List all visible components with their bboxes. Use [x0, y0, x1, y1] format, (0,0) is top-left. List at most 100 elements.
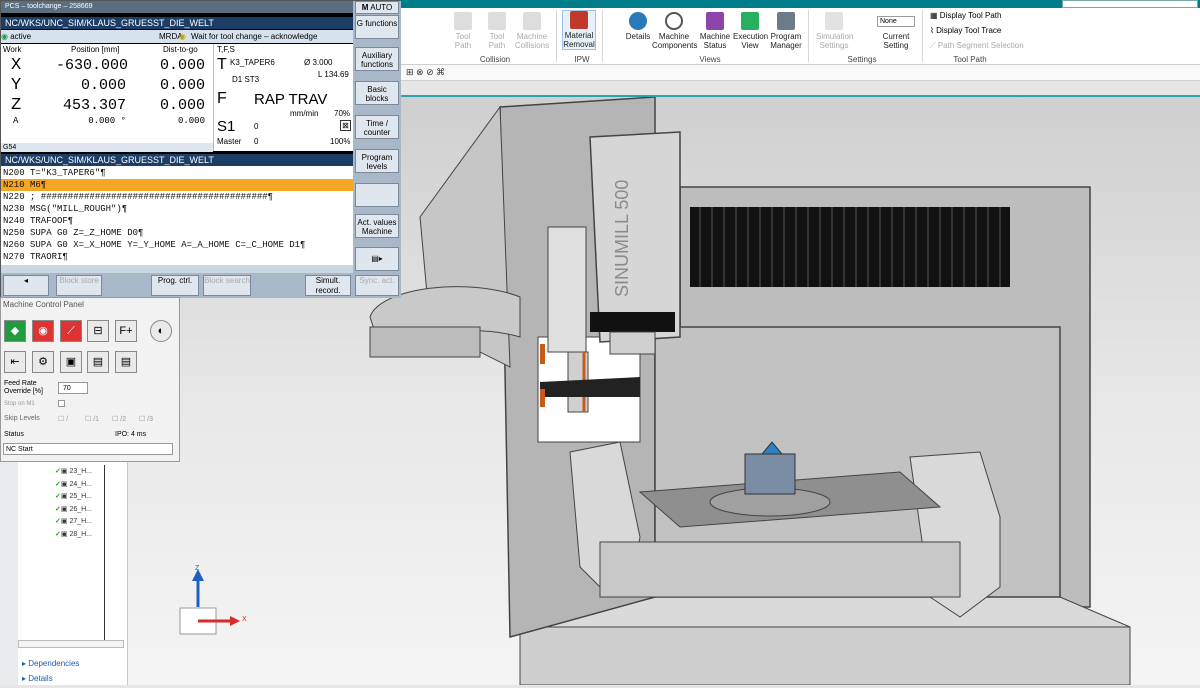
program-line[interactable]: N250 SUPA G0 Z=_Z_HOME D0¶: [1, 227, 353, 239]
tool-name: K3_TAPER6: [230, 58, 275, 67]
divider: [556, 10, 557, 62]
display-tool-trace-button[interactable]: ⌇ Display Tool Trace: [930, 26, 1001, 35]
stop-m1-checkbox[interactable]: [58, 400, 65, 407]
block-store-key[interactable]: Block store: [56, 275, 102, 296]
feed-value: RAP TRAV: [254, 91, 328, 108]
program-line[interactable]: N270 TRAORI¶: [1, 251, 353, 263]
machine-status-button[interactable]: Machine Status: [698, 12, 732, 50]
toolbar-icons[interactable]: ⊞ ⊗ ⊘ ⌘: [406, 67, 445, 78]
toolpath-button-2[interactable]: Tool Path: [482, 12, 512, 50]
tool-d: D1 ST3: [232, 75, 260, 84]
tool-diameter: Ø 3.000: [304, 58, 333, 67]
tree-item[interactable]: ✓▣ 27_H...: [55, 517, 92, 525]
skip-level-0[interactable]: ☐ /: [58, 415, 68, 423]
search-input[interactable]: [1062, 0, 1198, 8]
secondary-toolbar: ⊞ ⊗ ⊘ ⌘: [400, 65, 1200, 81]
axis-dist: 0.000: [159, 57, 205, 74]
col-position: Position [mm]: [71, 45, 120, 54]
axis-name: Y: [11, 76, 22, 95]
cycle-stop-button[interactable]: ◉: [32, 320, 54, 342]
program-line-current[interactable]: N210 M6¶: [1, 179, 353, 191]
tree-item[interactable]: ✓▣ 25_H...: [55, 492, 92, 500]
vertical-softkeys: M AUTO G functions Auxiliary functions B…: [353, 1, 401, 298]
dependencies-section[interactable]: ▸ Dependencies: [22, 659, 79, 668]
z-axis-label: Z: [195, 565, 200, 572]
save-as-button[interactable]: ▤: [115, 351, 137, 373]
next-page-key[interactable]: ▤▸: [355, 247, 399, 271]
program-scrollbar[interactable]: [1, 265, 353, 273]
auto-mode-key[interactable]: M AUTO: [355, 1, 399, 14]
simulation-settings-button[interactable]: Simulation Settings: [816, 12, 853, 50]
details-button[interactable]: Details: [624, 12, 652, 41]
skip-level-1[interactable]: ☐ /1: [85, 415, 99, 423]
display-tool-path-button[interactable]: ▦ Display Tool Path: [930, 11, 1001, 20]
act-values-key[interactable]: Act. values Machine: [355, 214, 399, 238]
tree-item[interactable]: ✓▣ 24_H...: [55, 480, 92, 488]
col-work: Work: [3, 45, 22, 54]
stop-m1-label: Stop on M1: [4, 401, 35, 407]
program-line[interactable]: N200 T="K3_TAPER6"¶: [1, 167, 353, 179]
tree-item[interactable]: ✓▣ 28_H...: [55, 530, 92, 538]
reset-button[interactable]: ⟋: [60, 320, 82, 342]
f-plus-button[interactable]: F+: [115, 320, 137, 342]
program-header: NC/WKS/UNC_SIM/KLAUS_GRUESST_DIE_WELT: [1, 154, 353, 166]
machine-collisions-button[interactable]: Machine Collisions: [514, 12, 550, 50]
program-manager-icon: [777, 12, 795, 30]
tfs-panel: T,F,S T K3_TAPER6 Ø 3.000 L 134.69 D1 ST…: [213, 44, 353, 151]
execution-view-button[interactable]: Execution View: [733, 12, 768, 50]
axis-position: 0.000: [80, 77, 126, 94]
hmi-title: PCS – toolchange – 258669: [1, 1, 353, 13]
time-counter-key[interactable]: Time / counter: [355, 115, 399, 139]
block-search-key[interactable]: Block search: [203, 275, 251, 296]
toolpath-button-1[interactable]: Tool Path: [448, 12, 478, 50]
feed-rate-spinner[interactable]: 70: [58, 382, 88, 394]
current-setting-select[interactable]: None: [877, 16, 915, 27]
program-line[interactable]: N230 MSG("MILL_ROUGH")¶: [1, 203, 353, 215]
divider: [400, 95, 1200, 97]
skip-level-3[interactable]: ☐ /3: [139, 415, 153, 423]
search-icon: [665, 12, 683, 30]
group-settings: Settings: [847, 55, 877, 64]
g-functions-key[interactable]: G functions: [355, 15, 399, 39]
warning-icon: ◉: [179, 32, 186, 41]
simult-record-key[interactable]: Simult. record.: [305, 275, 351, 296]
single-block-button[interactable]: ⊟: [87, 320, 109, 342]
tool-button[interactable]: ⚙: [32, 351, 54, 373]
info-icon: [629, 12, 647, 30]
save-button[interactable]: ▤: [87, 351, 109, 373]
program-levels-key[interactable]: Program levels: [355, 149, 399, 173]
details-section[interactable]: ▸ Details: [22, 674, 53, 683]
sync-act-key[interactable]: Sync. act.: [355, 275, 399, 296]
toolpath-icon: [488, 12, 506, 30]
auxiliary-functions-key[interactable]: Auxiliary functions: [355, 47, 399, 71]
machine-components-button[interactable]: Machine Components: [652, 12, 697, 50]
axis-dist: 0.000: [159, 97, 205, 114]
cycle-start-button[interactable]: ◆: [4, 320, 26, 342]
spindle-value: 0: [254, 122, 259, 131]
jog-button[interactable]: ⇤: [4, 351, 26, 373]
override-dial-icon[interactable]: ◐: [150, 320, 172, 342]
tree-item[interactable]: ✓▣ 23_H...: [55, 467, 92, 475]
program-line[interactable]: N260 SUPA G0 X=_X_HOME Y=_Y_HOME A=_A_HO…: [1, 239, 353, 251]
program-line[interactable]: N220 ; #################################…: [1, 191, 353, 203]
program-manager-button[interactable]: Program Manager: [768, 12, 804, 50]
tree-scrollbar[interactable]: [18, 640, 124, 648]
back-key[interactable]: ◂: [3, 275, 49, 296]
program-line[interactable]: N240 TRAFOOF¶: [1, 215, 353, 227]
program-editor[interactable]: N200 T="K3_TAPER6"¶ N210 M6¶ N220 ; ####…: [1, 166, 353, 268]
status-active: active: [10, 32, 32, 41]
camera-button[interactable]: ▣: [60, 351, 82, 373]
empty-key[interactable]: [355, 183, 399, 207]
toolpath-icon: [454, 12, 472, 30]
active-icon: ◉: [1, 32, 8, 41]
prog-ctrl-key[interactable]: Prog. ctrl.: [151, 275, 199, 296]
feed-pct: 70%: [334, 109, 351, 118]
basic-blocks-key[interactable]: Basic blocks: [355, 81, 399, 105]
tree-item[interactable]: ✓▣ 26_H...: [55, 505, 92, 513]
skip-level-2[interactable]: ☐ /2: [112, 415, 126, 423]
axis-position: -630.000: [56, 57, 129, 74]
feed-rate-label: Feed Rate Override [%]: [4, 380, 43, 395]
material-removal-button[interactable]: Material Removal: [562, 10, 596, 50]
path-segment-selection-button[interactable]: ⟋ Path Segment Selection: [930, 41, 1024, 51]
divider: [602, 10, 603, 62]
